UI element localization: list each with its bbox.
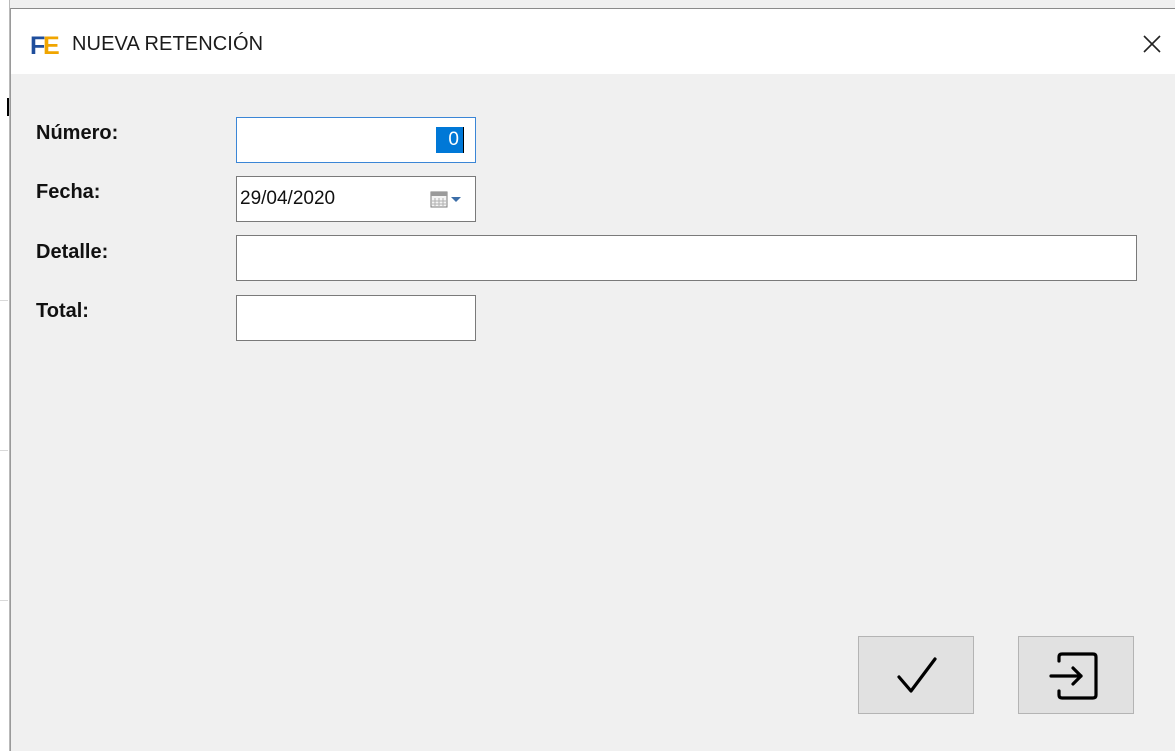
background-window-divider	[0, 450, 8, 451]
check-icon	[897, 657, 937, 693]
background-window-divider	[0, 300, 8, 301]
fecha-label: Fecha:	[36, 181, 101, 203]
background-window-strip	[0, 0, 10, 751]
nueva-retencion-dialog: F E NUEVA RETENCIÓN Número: 0 Fecha: 29/…	[10, 8, 1175, 751]
window-title: NUEVA RETENCIÓN	[72, 33, 264, 55]
numero-value-selected: 0	[436, 127, 463, 153]
numero-input[interactable]: 0	[236, 117, 476, 163]
exit-icon	[1049, 652, 1098, 700]
detalle-label: Detalle:	[36, 241, 109, 263]
text-caret	[463, 127, 464, 153]
numero-label: Número:	[36, 122, 119, 144]
title-bar[interactable]: F E NUEVA RETENCIÓN	[11, 9, 1175, 74]
confirm-button[interactable]	[858, 636, 974, 714]
app-logo-icon: F E	[30, 32, 60, 58]
total-input[interactable]	[236, 295, 476, 341]
exit-button[interactable]	[1018, 636, 1134, 714]
fecha-date-picker[interactable]: 29/04/2020	[236, 176, 476, 222]
background-window-mark	[7, 98, 9, 116]
fecha-value: 29/04/2020	[240, 188, 336, 209]
detalle-input[interactable]	[236, 235, 1137, 281]
svg-text:E: E	[43, 32, 60, 58]
calendar-dropdown-button[interactable]	[429, 189, 467, 211]
background-window-divider	[0, 600, 8, 601]
calendar-dropdown-icon	[430, 191, 461, 208]
close-icon	[1143, 35, 1161, 53]
total-label: Total:	[36, 300, 89, 322]
close-button[interactable]	[1135, 27, 1169, 61]
